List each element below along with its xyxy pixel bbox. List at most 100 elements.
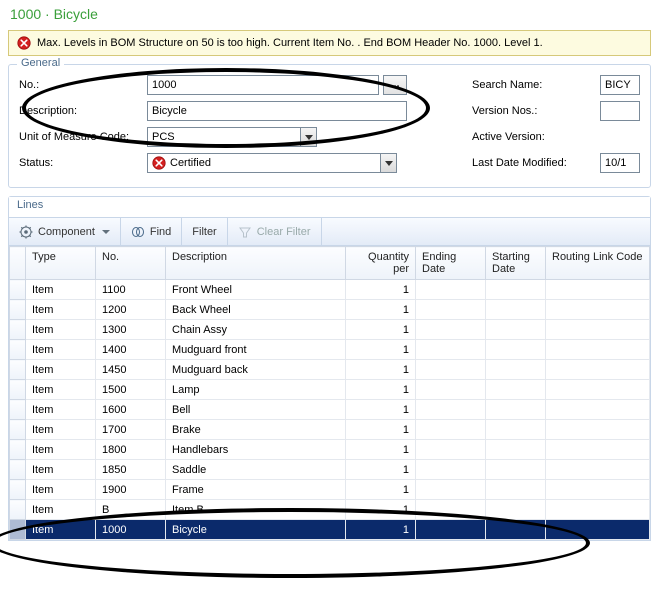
cell-description[interactable]: Handlebars bbox=[166, 440, 346, 460]
cell-description[interactable]: Bell bbox=[166, 400, 346, 420]
row-header[interactable] bbox=[10, 420, 26, 440]
cell-no[interactable]: 1400 bbox=[96, 340, 166, 360]
cell-type[interactable]: Item bbox=[26, 460, 96, 480]
cell-starting-date[interactable] bbox=[486, 500, 546, 520]
cell-routing[interactable] bbox=[546, 520, 650, 540]
cell-starting-date[interactable] bbox=[486, 340, 546, 360]
cell-qty-per[interactable]: 1 bbox=[346, 420, 416, 440]
col-ending-date[interactable]: Ending Date bbox=[416, 247, 486, 280]
find-button[interactable]: Find bbox=[121, 218, 182, 245]
cell-description[interactable]: Back Wheel bbox=[166, 300, 346, 320]
cell-routing[interactable] bbox=[546, 500, 650, 520]
cell-type[interactable]: Item bbox=[26, 500, 96, 520]
component-button[interactable]: Component bbox=[9, 218, 121, 245]
cell-routing[interactable] bbox=[546, 320, 650, 340]
cell-qty-per[interactable]: 1 bbox=[346, 400, 416, 420]
cell-no[interactable]: B bbox=[96, 500, 166, 520]
cell-qty-per[interactable]: 1 bbox=[346, 300, 416, 320]
table-row[interactable]: Item1700Brake1 bbox=[10, 420, 650, 440]
cell-no[interactable]: 1900 bbox=[96, 480, 166, 500]
cell-starting-date[interactable] bbox=[486, 320, 546, 340]
cell-qty-per[interactable]: 1 bbox=[346, 320, 416, 340]
cell-ending-date[interactable] bbox=[416, 440, 486, 460]
table-row[interactable]: Item1900Frame1 bbox=[10, 480, 650, 500]
cell-routing[interactable] bbox=[546, 360, 650, 380]
table-row[interactable]: Item1850Saddle1 bbox=[10, 460, 650, 480]
row-header[interactable] bbox=[10, 320, 26, 340]
cell-ending-date[interactable] bbox=[416, 420, 486, 440]
cell-starting-date[interactable] bbox=[486, 420, 546, 440]
cell-type[interactable]: Item bbox=[26, 400, 96, 420]
row-header[interactable] bbox=[10, 500, 26, 520]
cell-type[interactable]: Item bbox=[26, 340, 96, 360]
cell-starting-date[interactable] bbox=[486, 520, 546, 540]
status-select[interactable]: Certified bbox=[147, 153, 397, 173]
cell-routing[interactable] bbox=[546, 380, 650, 400]
row-header[interactable] bbox=[10, 440, 26, 460]
row-header[interactable] bbox=[10, 400, 26, 420]
table-row[interactable]: Item1800Handlebars1 bbox=[10, 440, 650, 460]
table-row[interactable]: Item1100Front Wheel1 bbox=[10, 280, 650, 300]
cell-qty-per[interactable]: 1 bbox=[346, 380, 416, 400]
cell-description[interactable]: Mudguard back bbox=[166, 360, 346, 380]
table-row[interactable]: Item1400Mudguard front1 bbox=[10, 340, 650, 360]
cell-description[interactable]: Lamp bbox=[166, 380, 346, 400]
cell-qty-per[interactable]: 1 bbox=[346, 480, 416, 500]
cell-starting-date[interactable] bbox=[486, 280, 546, 300]
cell-no[interactable]: 1300 bbox=[96, 320, 166, 340]
cell-type[interactable]: Item bbox=[26, 420, 96, 440]
col-qty-per[interactable]: Quantity per bbox=[346, 247, 416, 280]
cell-ending-date[interactable] bbox=[416, 280, 486, 300]
cell-starting-date[interactable] bbox=[486, 380, 546, 400]
cell-type[interactable]: Item bbox=[26, 280, 96, 300]
table-row[interactable]: Item1450Mudguard back1 bbox=[10, 360, 650, 380]
cell-type[interactable]: Item bbox=[26, 300, 96, 320]
cell-starting-date[interactable] bbox=[486, 400, 546, 420]
col-type[interactable]: Type bbox=[26, 247, 96, 280]
col-description[interactable]: Description bbox=[166, 247, 346, 280]
row-header[interactable] bbox=[10, 300, 26, 320]
cell-starting-date[interactable] bbox=[486, 440, 546, 460]
cell-description[interactable]: Brake bbox=[166, 420, 346, 440]
cell-description[interactable]: Bicycle bbox=[166, 520, 346, 540]
status-dropdown-button[interactable] bbox=[380, 154, 396, 172]
cell-ending-date[interactable] bbox=[416, 380, 486, 400]
cell-ending-date[interactable] bbox=[416, 520, 486, 540]
cell-type[interactable]: Item bbox=[26, 480, 96, 500]
cell-ending-date[interactable] bbox=[416, 320, 486, 340]
cell-routing[interactable] bbox=[546, 420, 650, 440]
last-date-modified-field[interactable] bbox=[600, 153, 640, 173]
cell-description[interactable]: Mudguard front bbox=[166, 340, 346, 360]
lines-grid[interactable]: Type No. Description Quantity per Ending… bbox=[9, 246, 650, 540]
uom-select[interactable]: PCS bbox=[147, 127, 317, 147]
cell-description[interactable]: Saddle bbox=[166, 460, 346, 480]
cell-routing[interactable] bbox=[546, 460, 650, 480]
cell-routing[interactable] bbox=[546, 280, 650, 300]
cell-type[interactable]: Item bbox=[26, 320, 96, 340]
col-starting-date[interactable]: Starting Date bbox=[486, 247, 546, 280]
version-nos-field[interactable] bbox=[600, 101, 640, 121]
cell-routing[interactable] bbox=[546, 480, 650, 500]
cell-qty-per[interactable]: 1 bbox=[346, 520, 416, 540]
no-lookup-button[interactable]: ... bbox=[383, 75, 407, 95]
cell-no[interactable]: 1600 bbox=[96, 400, 166, 420]
cell-description[interactable]: Chain Assy bbox=[166, 320, 346, 340]
cell-routing[interactable] bbox=[546, 400, 650, 420]
filter-button[interactable]: Filter bbox=[182, 218, 227, 245]
cell-type[interactable]: Item bbox=[26, 360, 96, 380]
cell-description[interactable]: Frame bbox=[166, 480, 346, 500]
col-routing-link[interactable]: Routing Link Code bbox=[546, 247, 650, 280]
cell-starting-date[interactable] bbox=[486, 300, 546, 320]
clear-filter-button[interactable]: Clear Filter bbox=[228, 218, 322, 245]
cell-starting-date[interactable] bbox=[486, 480, 546, 500]
cell-qty-per[interactable]: 1 bbox=[346, 500, 416, 520]
cell-no[interactable]: 1000 bbox=[96, 520, 166, 540]
row-header[interactable] bbox=[10, 520, 26, 540]
cell-no[interactable]: 1850 bbox=[96, 460, 166, 480]
cell-type[interactable]: Item bbox=[26, 440, 96, 460]
cell-no[interactable]: 1200 bbox=[96, 300, 166, 320]
row-header[interactable] bbox=[10, 460, 26, 480]
cell-qty-per[interactable]: 1 bbox=[346, 340, 416, 360]
cell-description[interactable]: Item B bbox=[166, 500, 346, 520]
row-header[interactable] bbox=[10, 340, 26, 360]
